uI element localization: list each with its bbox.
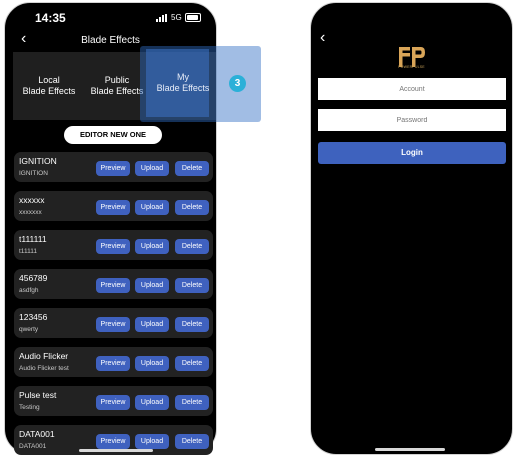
upload-button[interactable]: Upload bbox=[135, 356, 169, 371]
login-button[interactable]: Login bbox=[318, 142, 506, 164]
tab-local-blade-effects[interactable]: Local Blade Effects bbox=[17, 52, 81, 120]
effect-description: Audio Flicker test bbox=[19, 365, 69, 372]
effect-description: Testing bbox=[19, 404, 40, 411]
preview-button[interactable]: Preview bbox=[96, 356, 130, 371]
effect-name: t111111 bbox=[19, 234, 47, 244]
tab-label-line2: Blade Effects bbox=[156, 83, 210, 93]
delete-button[interactable]: Delete bbox=[175, 200, 209, 215]
signal-icon bbox=[156, 14, 168, 22]
back-icon[interactable]: ‹ bbox=[320, 30, 325, 46]
delete-button[interactable]: Delete bbox=[175, 239, 209, 254]
logo-caption: POWERPULSE bbox=[398, 65, 425, 69]
effect-description: DATA001 bbox=[19, 443, 47, 450]
home-indicator bbox=[79, 449, 153, 452]
preview-button[interactable]: Preview bbox=[96, 161, 130, 176]
status-bar: 14:35 5G bbox=[5, 3, 216, 33]
delete-button[interactable]: Delete bbox=[175, 161, 209, 176]
upload-button[interactable]: Upload bbox=[135, 278, 169, 293]
tab-label-line1: Public bbox=[104, 75, 130, 85]
editor-new-one-button[interactable]: EDITOR NEW ONE bbox=[64, 126, 162, 144]
preview-button[interactable]: Preview bbox=[96, 278, 130, 293]
account-field[interactable] bbox=[318, 78, 506, 100]
right-phone-screen: ‹ POWERPULSE Login bbox=[310, 2, 513, 455]
effect-description: asdfgh bbox=[19, 287, 39, 294]
effect-description: qwerty bbox=[19, 326, 39, 333]
delete-button[interactable]: Delete bbox=[175, 395, 209, 410]
upload-button[interactable]: Upload bbox=[135, 161, 169, 176]
list-item: xxxxxx xxxxxxx Preview Upload Delete bbox=[14, 191, 213, 221]
delete-button[interactable]: Delete bbox=[175, 317, 209, 332]
tab-label-line2: Blade Effects bbox=[90, 86, 144, 96]
effect-name: DATA001 bbox=[19, 429, 55, 439]
password-field[interactable] bbox=[318, 109, 506, 131]
effect-name: 456789 bbox=[19, 273, 48, 283]
effect-name: 123456 bbox=[19, 312, 48, 322]
list-item: 123456 qwerty Preview Upload Delete bbox=[14, 308, 213, 338]
list-item: Pulse test Testing Preview Upload Delete bbox=[14, 386, 213, 416]
tab-label-line1: My bbox=[177, 72, 189, 82]
effect-name: Pulse test bbox=[19, 390, 57, 400]
upload-button[interactable]: Upload bbox=[135, 434, 169, 449]
preview-button[interactable]: Preview bbox=[96, 239, 130, 254]
status-time: 14:35 bbox=[35, 11, 66, 25]
effect-name: Audio Flicker bbox=[19, 351, 69, 361]
tab-label-line1: Local bbox=[38, 75, 60, 85]
battery-icon bbox=[185, 13, 201, 22]
upload-button[interactable]: Upload bbox=[135, 239, 169, 254]
step-badge: 3 bbox=[229, 75, 246, 92]
delete-button[interactable]: Delete bbox=[175, 278, 209, 293]
effect-description: xxxxxxx bbox=[19, 209, 42, 216]
delete-button[interactable]: Delete bbox=[175, 434, 209, 449]
home-indicator bbox=[375, 448, 445, 451]
tab-label-line2: Blade Effects bbox=[22, 86, 76, 96]
list-item: Audio Flicker Audio Flicker test Preview… bbox=[14, 347, 213, 377]
upload-button[interactable]: Upload bbox=[135, 395, 169, 410]
effect-description: t11111 bbox=[19, 248, 37, 255]
preview-button[interactable]: Preview bbox=[96, 200, 130, 215]
list-item: t111111 t11111 Preview Upload Delete bbox=[14, 230, 213, 260]
effect-description: IGNITION bbox=[19, 170, 48, 177]
effect-name: xxxxxx bbox=[19, 195, 45, 205]
list-item: IGNITION IGNITION Preview Upload Delete bbox=[14, 152, 213, 182]
upload-button[interactable]: Upload bbox=[135, 317, 169, 332]
preview-button[interactable]: Preview bbox=[96, 395, 130, 410]
upload-button[interactable]: Upload bbox=[135, 200, 169, 215]
delete-button[interactable]: Delete bbox=[175, 356, 209, 371]
preview-button[interactable]: Preview bbox=[96, 434, 130, 449]
preview-button[interactable]: Preview bbox=[96, 317, 130, 332]
tab-my-blade-effects[interactable]: My Blade Effects bbox=[146, 49, 220, 117]
page-title: Blade Effects bbox=[81, 35, 140, 46]
list-item: 456789 asdfgh Preview Upload Delete bbox=[14, 269, 213, 299]
effect-name: IGNITION bbox=[19, 156, 57, 166]
network-label: 5G bbox=[171, 13, 182, 22]
